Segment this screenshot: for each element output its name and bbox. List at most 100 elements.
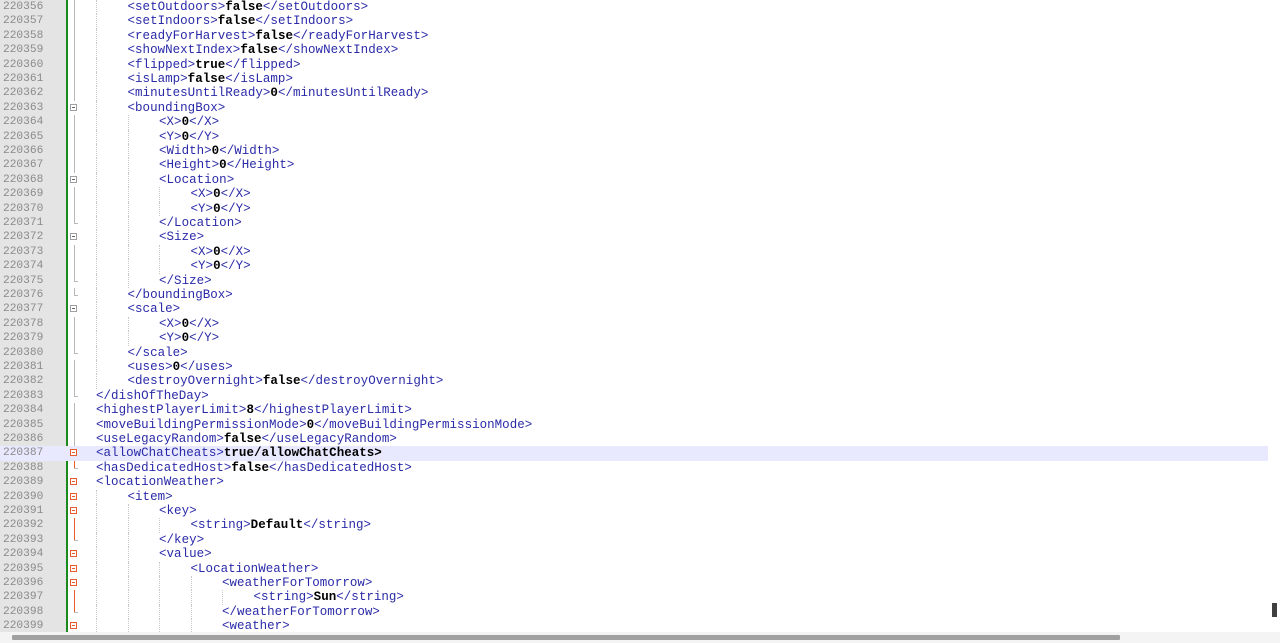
code-line[interactable]: 220364 <X>0</X> [0,115,1268,130]
code-line[interactable]: 220382 <destroyOvernight>false</destroyOv… [0,374,1268,389]
fold-toggle-icon[interactable] [68,490,80,504]
code-line[interactable]: 220398 </weatherForTomorrow> [0,604,1268,620]
code-text[interactable]: <X>0</X> [159,317,219,331]
code-text[interactable]: <highestPlayerLimit>8</highestPlayerLimi… [96,403,412,417]
code-text[interactable]: <allowChatCheats>true/allowChatCheats> [96,446,382,460]
code-line[interactable]: 220368 <Location> [0,172,1268,188]
code-text[interactable]: <boundingBox> [128,101,226,115]
code-line[interactable]: 220366 <Width>0</Width> [0,144,1268,159]
code-text[interactable]: <Y>0</Y> [191,259,251,273]
fold-toggle-icon[interactable] [68,504,80,518]
code-line[interactable]: 220388 <hasDedicatedHost>false</hasDedica… [0,460,1268,475]
code-text[interactable]: <Y>0</Y> [191,202,251,216]
code-text[interactable]: <Width>0</Width> [159,144,279,158]
code-text[interactable]: <useLegacyRandom>false</useLegacyRandom> [96,432,397,446]
code-line[interactable]: 220356 <setOutdoors>false</setOutdoors> [0,0,1268,15]
code-text[interactable]: </scale> [128,346,188,360]
code-line[interactable]: 220370 <Y>0</Y> [0,201,1268,216]
code-line[interactable]: 220373 <X>0</X> [0,244,1268,260]
fold-toggle-icon[interactable] [68,302,80,316]
code-line[interactable]: 220358 <readyForHarvest>false</readyForHa… [0,28,1268,44]
code-text[interactable]: <LocationWeather> [191,562,319,576]
code-text[interactable]: <item> [128,490,173,504]
fold-toggle-icon[interactable] [68,101,80,115]
code-text[interactable]: <scale> [128,302,181,316]
code-line[interactable]: 220365 <Y>0</Y> [0,129,1268,144]
code-line[interactable]: 220385 <moveBuildingPermissionMode>0</mov… [0,417,1268,432]
fold-toggle-icon[interactable] [68,475,80,489]
fold-toggle-icon[interactable] [68,547,80,561]
code-text[interactable]: <destroyOvernight>false</destroyOvernigh… [128,374,444,388]
code-line[interactable]: 220396 <weatherForTomorrow> [0,576,1268,591]
horizontal-scrollbar[interactable] [0,632,1268,643]
code-text[interactable]: <string>Default</string> [191,518,372,532]
code-line[interactable]: 220379 <Y>0</Y> [0,331,1268,346]
code-line[interactable]: 220380 </scale> [0,345,1268,360]
code-line[interactable]: 220395 <LocationWeather> [0,561,1268,576]
code-line[interactable]: 220361 <isLamp>false</isLamp> [0,72,1268,87]
code-text[interactable]: <hasDedicatedHost>false</hasDedicatedHos… [96,461,412,475]
code-text[interactable]: <locationWeather> [96,475,224,489]
code-text[interactable]: </Size> [159,274,212,288]
code-line[interactable]: 220377 <scale> [0,302,1268,317]
code-text[interactable]: <uses>0</uses> [128,360,233,374]
code-line[interactable]: 220394 <value> [0,547,1268,562]
code-text[interactable]: <setIndoors>false</setIndoors> [128,14,354,28]
code-line[interactable]: 220390 <item> [0,489,1268,504]
code-line[interactable]: 220381 <uses>0</uses> [0,360,1268,375]
code-line[interactable]: 220383 </dishOfTheDay> [0,388,1268,403]
code-line[interactable]: 220362 <minutesUntilReady>0</minutesUntil… [0,86,1268,101]
vertical-scrollbar-thumb[interactable] [1272,603,1277,617]
code-text[interactable]: </dishOfTheDay> [96,389,209,403]
code-editor[interactable]: 220356 <setOutdoors>false</setOutdoors> 22… [0,0,1280,643]
code-line[interactable]: 220376 </boundingBox> [0,288,1268,303]
fold-toggle-icon[interactable] [68,562,80,576]
code-text[interactable]: <readyForHarvest>false</readyForHarvest> [128,29,429,43]
fold-toggle-icon[interactable] [68,230,80,244]
code-text[interactable]: <isLamp>false</isLamp> [128,72,293,86]
code-text[interactable]: <Location> [159,173,234,187]
code-text[interactable]: <flipped>true</flipped> [128,58,301,72]
code-line[interactable]: 220374 <Y>0</Y> [0,259,1268,274]
code-text[interactable]: <moveBuildingPermissionMode>0</moveBuild… [96,418,532,432]
code-line[interactable]: 220363 <boundingBox> [0,100,1268,116]
code-line[interactable]: 220367 <Height>0</Height> [0,158,1268,173]
code-text[interactable]: <key> [159,504,197,518]
code-line[interactable]: 220359 <showNextIndex>false</showNextInde… [0,43,1268,58]
code-text[interactable]: <Y>0</Y> [159,130,219,144]
code-text[interactable]: <value> [159,547,212,561]
code-line[interactable]: 220372 <Size> [0,230,1268,245]
code-text[interactable]: <minutesUntilReady>0</minutesUntilReady> [128,86,429,100]
code-line[interactable]: 220391 <key> [0,504,1268,519]
code-line[interactable]: 220369 <X>0</X> [0,187,1268,202]
code-text[interactable]: </weatherForTomorrow> [222,605,380,619]
code-text[interactable]: <string>Sun</string> [254,590,404,604]
code-line[interactable]: 220393 </key> [0,532,1268,548]
fold-toggle-icon[interactable] [68,173,80,187]
code-line[interactable]: 220375 </Size> [0,273,1268,288]
fold-toggle-icon[interactable] [68,446,80,460]
code-line[interactable]: 220397 <string>Sun</string> [0,590,1268,605]
code-text[interactable]: <showNextIndex>false</showNextIndex> [128,43,399,57]
code-text[interactable]: </key> [159,533,204,547]
code-text[interactable]: </boundingBox> [128,288,233,302]
code-text[interactable]: <Y>0</Y> [159,331,219,345]
code-line[interactable]: 220378 <X>0</X> [0,316,1268,332]
code-line[interactable]: 220384 <highestPlayerLimit>8</highestPlay… [0,403,1268,418]
code-text[interactable]: <Size> [159,230,204,244]
code-line[interactable]: 220389 <locationWeather> [0,475,1268,489]
code-line[interactable]: 220392 <string>Default</string> [0,518,1268,533]
code-text[interactable]: <weatherForTomorrow> [222,576,372,590]
code-text[interactable]: <setOutdoors>false</setOutdoors> [128,0,369,14]
code-text[interactable]: </Location> [159,216,242,230]
horizontal-scrollbar-thumb[interactable] [12,635,1120,640]
code-line[interactable]: 220360 <flipped>true</flipped> [0,57,1268,72]
code-text[interactable]: <X>0</X> [159,115,219,129]
code-line[interactable]: 220387 <allowChatCheats>true/allowChatChe… [0,446,1268,461]
fold-toggle-icon[interactable] [68,576,80,590]
code-text[interactable]: <Height>0</Height> [159,158,294,172]
vertical-scrollbar[interactable] [1268,0,1280,632]
code-text[interactable]: <X>0</X> [191,187,251,201]
code-line[interactable]: 220386 <useLegacyRandom>false</useLegacyR… [0,432,1268,447]
code-line[interactable]: 220371 </Location> [0,216,1268,231]
